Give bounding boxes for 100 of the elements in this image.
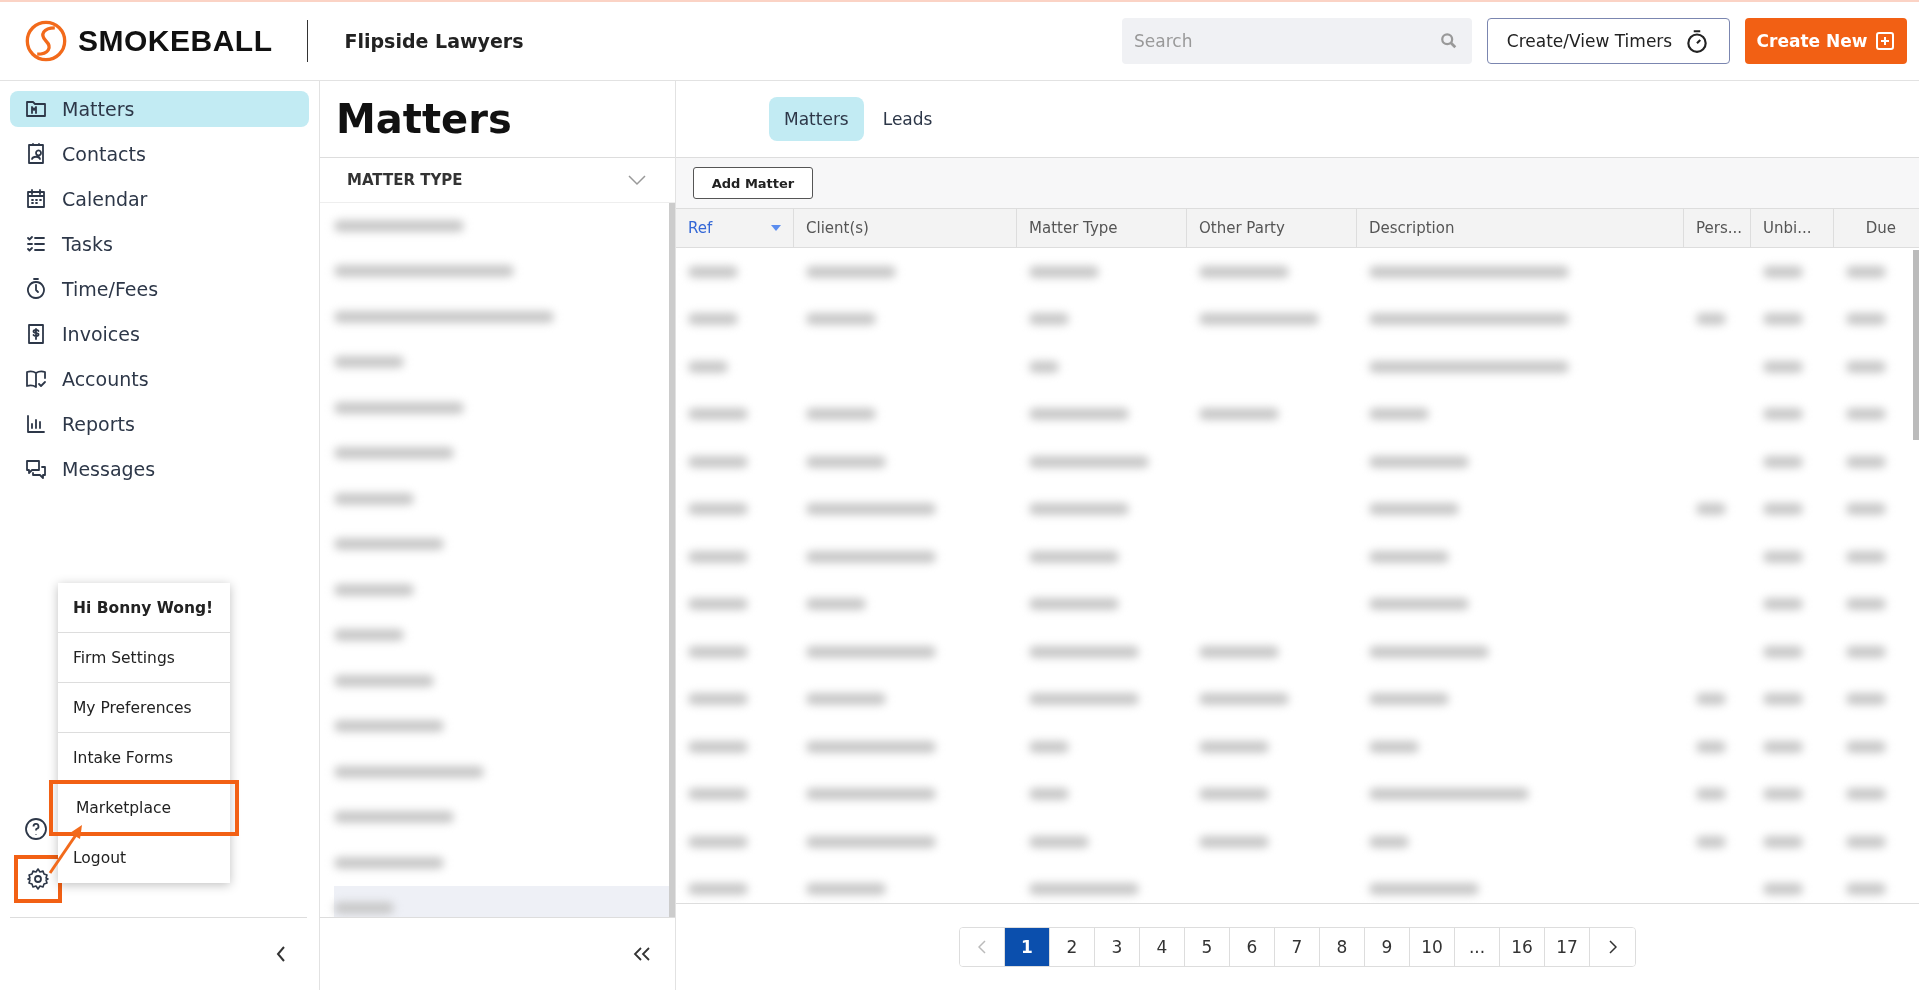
blurred-cell (1369, 740, 1419, 753)
accounts-icon (24, 367, 48, 391)
sort-icon (771, 225, 781, 231)
column-header[interactable]: Ref (676, 209, 794, 247)
firm-name: Flipside Lawyers (344, 30, 524, 52)
blurred-cell (1029, 740, 1069, 753)
menu-item[interactable]: Logout (58, 833, 230, 883)
blurred-cell (1846, 313, 1886, 326)
blurred-cell (688, 313, 738, 326)
timers-button[interactable]: Create/View Timers (1487, 18, 1730, 64)
search-field[interactable]: Search (1122, 18, 1472, 64)
blurred-filter-item (334, 629, 404, 642)
blurred-cell (1696, 313, 1726, 326)
sidebar-item[interactable]: Tasks (10, 226, 309, 262)
blurred-cell (688, 408, 748, 421)
collapse-icon[interactable] (275, 944, 287, 964)
blurred-cell (688, 645, 748, 658)
blurred-cell (688, 788, 748, 801)
chevron-right-icon (1608, 940, 1617, 954)
column-header[interactable]: Unbi... (1751, 209, 1834, 247)
timer-icon (24, 277, 48, 301)
blurred-cell (806, 408, 876, 421)
blurred-cell (1696, 693, 1726, 706)
blurred-cell (806, 313, 876, 326)
sidebar-item[interactable]: Accounts (10, 361, 309, 397)
page-button[interactable]: 1 (1005, 928, 1050, 966)
filter-heading: MATTER TYPE (347, 171, 463, 189)
sidebar-item[interactable]: Messages (10, 451, 309, 487)
help-icon[interactable] (24, 817, 48, 841)
blurred-cell (1029, 835, 1089, 848)
blurred-cell (1763, 455, 1803, 468)
blurred-cell (1763, 360, 1803, 373)
blurred-cell (1846, 455, 1886, 468)
menu-item[interactable]: Firm Settings (58, 633, 230, 683)
sidebar-item[interactable]: Invoices (10, 316, 309, 352)
blurred-cell (1846, 645, 1886, 658)
blurred-cell (1846, 503, 1886, 516)
blurred-cell (1199, 788, 1269, 801)
blurred-cell (1369, 408, 1429, 421)
add-matter-button[interactable]: Add Matter (693, 167, 813, 199)
column-header[interactable]: Client(s) (794, 209, 1017, 247)
blurred-cell (1846, 740, 1886, 753)
blurred-cell (1763, 693, 1803, 706)
sidebar-item[interactable]: Reports (10, 406, 309, 442)
blurred-cell (1763, 408, 1803, 421)
settings-icon[interactable] (26, 867, 50, 891)
messages-icon (24, 457, 48, 481)
blurred-cell (1846, 788, 1886, 801)
blurred-cell (688, 598, 748, 611)
blurred-filter-item (334, 356, 404, 369)
menu-item[interactable]: Marketplace (52, 783, 236, 833)
sidebar-item[interactable]: Time/Fees (10, 271, 309, 307)
blurred-cell (1846, 550, 1886, 563)
blurred-cell (688, 455, 748, 468)
blurred-cell (1763, 265, 1803, 278)
scrollbar[interactable] (1913, 250, 1919, 440)
blurred-cell (1763, 788, 1803, 801)
column-header[interactable]: Matter Type (1017, 209, 1187, 247)
sidebar-item[interactable]: Matters (10, 91, 309, 127)
column-header[interactable]: Description (1357, 209, 1684, 247)
blurred-filter-item (334, 902, 394, 915)
column-header[interactable]: Other Party (1187, 209, 1357, 247)
blurred-cell (1199, 740, 1269, 753)
blurred-cell (688, 360, 728, 373)
blurred-cell (1763, 883, 1803, 896)
blurred-cell (1029, 788, 1069, 801)
logo-icon (24, 19, 68, 63)
blurred-cell (1846, 883, 1886, 896)
blurred-cell (1029, 313, 1069, 326)
blurred-cell (1763, 740, 1803, 753)
blurred-cell (1029, 360, 1059, 373)
sidebar-item[interactable]: Calendar (10, 181, 309, 217)
menu-item[interactable]: Intake Forms (58, 733, 230, 783)
plus-icon (1875, 31, 1896, 51)
menu-item[interactable]: My Preferences (58, 683, 230, 733)
blurred-cell (1846, 265, 1886, 278)
sidebar-item[interactable]: Contacts (10, 136, 309, 172)
blurred-cell (688, 503, 748, 516)
blurred-cell (688, 693, 748, 706)
blurred-cell (1846, 360, 1886, 373)
tab[interactable]: Matters (769, 97, 864, 141)
search-icon (1440, 32, 1458, 50)
double-chevron-icon[interactable] (631, 946, 653, 962)
calendar-icon (24, 187, 48, 211)
chevron-left-icon (978, 940, 986, 954)
blurred-cell (1763, 598, 1803, 611)
blurred-cell (688, 265, 738, 278)
blurred-cell (688, 740, 748, 753)
blurred-cell (1763, 503, 1803, 516)
page-title: Matters (336, 96, 512, 142)
blurred-cell (1846, 408, 1886, 421)
blurred-cell (1696, 788, 1726, 801)
blurred-cell (688, 883, 748, 896)
tab[interactable]: Leads (867, 97, 948, 141)
blurred-cell (1846, 835, 1886, 848)
chevron-down-icon[interactable] (627, 174, 647, 186)
blurred-cell (1763, 835, 1803, 848)
column-header[interactable]: Pers... (1684, 209, 1751, 247)
column-header[interactable]: Due (1834, 209, 1908, 247)
brand-name: SMOKEBALL (78, 24, 273, 58)
